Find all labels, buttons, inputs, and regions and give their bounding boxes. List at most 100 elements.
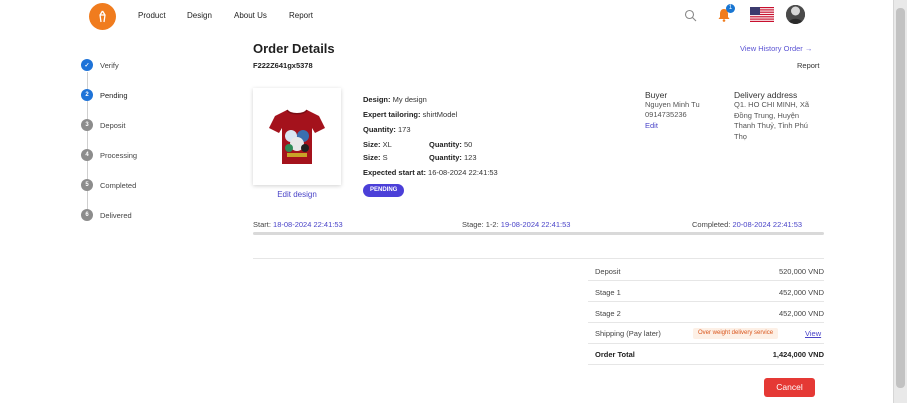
step-number: 3 (81, 119, 93, 131)
design-value: My design (392, 95, 427, 104)
order-total-amount: 1,424,000 VND (772, 350, 824, 359)
step-label: Completed (100, 180, 137, 190)
address-line: Thanh Thuỷ, Tỉnh Phú (734, 121, 808, 130)
step-label: Delivered (100, 210, 132, 220)
address-line: Thọ (734, 131, 747, 141)
stage2-amount: 452,000 VND (778, 309, 824, 318)
step-pending: 2 Pending (81, 88, 128, 102)
nav-design-link[interactable]: Design (187, 11, 212, 20)
summary-divider (588, 364, 824, 365)
overweight-badge: Over weight delivery service (693, 328, 779, 339)
step-label: Processing (100, 150, 138, 160)
timeline-progress-bar (253, 232, 824, 235)
step-label: Verify (100, 60, 119, 70)
stage1-label: Stage 1 (595, 288, 621, 297)
size-value: S (382, 153, 388, 162)
view-history-link[interactable]: View History Order → (740, 44, 812, 53)
start-date: 18-08-2024 22:41:53 (273, 220, 343, 229)
nav-report-link[interactable]: Report (289, 11, 313, 20)
address-line: Đồng Trung, Huyện (734, 110, 800, 120)
delivery-heading: Delivery address (734, 90, 798, 100)
top-navbar: Product Design About Us Report 1 (0, 0, 893, 32)
step-processing: 4 Processing (81, 148, 137, 162)
status-badge: PENDING (363, 184, 405, 197)
quantity-row: Quantity: 173 (363, 125, 411, 134)
section-divider (253, 258, 824, 259)
page-title: Order Details (253, 41, 335, 56)
product-image-card (253, 88, 341, 185)
summary-divider (588, 322, 824, 323)
tailoring-label: Expert tailoring: (363, 110, 421, 119)
design-label: Design: (363, 95, 391, 104)
size-row: Size: XL (363, 140, 392, 149)
summary-divider (588, 301, 824, 302)
scrollbar-thumb[interactable] (896, 8, 905, 388)
step-number: 2 (81, 89, 93, 101)
quantity-label: Quantity: (363, 125, 396, 134)
size-quantity-value: 50 (464, 140, 473, 149)
notification-badge: 1 (726, 4, 735, 13)
nav-product-link[interactable]: Product (138, 11, 166, 20)
cancel-button[interactable]: Cancel (764, 378, 815, 397)
summary-divider (588, 343, 824, 344)
expected-start-row: Expected start at: 16-08-2024 22:41:53 (363, 168, 498, 177)
page: Product Design About Us Report 1 ✓ Verif… (0, 0, 907, 403)
start-label: Start: (253, 220, 271, 229)
shipping-label: Shipping (Pay later) (595, 329, 661, 338)
view-shipping-link[interactable]: View (805, 329, 821, 338)
size-row: Size: S (363, 153, 388, 162)
page-scrollbar[interactable] (893, 0, 907, 403)
user-avatar[interactable] (786, 5, 805, 24)
size-quantity-value: 123 (464, 153, 477, 162)
check-icon: ✓ (81, 59, 93, 71)
size-label: Size: (363, 140, 381, 149)
nav-about-link[interactable]: About Us (234, 11, 267, 20)
completed-label: Completed: (692, 220, 731, 229)
deposit-label: Deposit (595, 267, 621, 276)
step-verify: ✓ Verify (81, 58, 119, 72)
expected-start-value: 16-08-2024 22:41:53 (428, 168, 498, 177)
report-link[interactable]: Report (797, 61, 820, 70)
us-flag-icon[interactable] (750, 7, 774, 22)
step-delivered: 6 Delivered (81, 208, 132, 222)
address-line: Q1. HO CHI MINH, Xã (734, 100, 810, 109)
buyer-heading: Buyer (645, 90, 668, 100)
stage1-amount: 452,000 VND (778, 288, 824, 297)
size-quantity-label: Quantity: (429, 153, 462, 162)
stage-label: Stage: 1-2: (462, 220, 499, 229)
step-label: Deposit (100, 120, 126, 130)
size-label: Size: (363, 153, 381, 162)
edit-buyer-link[interactable]: Edit (645, 121, 658, 130)
size-quantity-row: Quantity: 50 (429, 140, 472, 149)
step-number: 5 (81, 179, 93, 191)
deposit-amount: 520,000 VND (778, 267, 824, 276)
stage2-label: Stage 2 (595, 309, 621, 318)
edit-design-link[interactable]: Edit design (253, 190, 341, 199)
size-quantity-label: Quantity: (429, 140, 462, 149)
size-value: XL (382, 140, 392, 149)
step-label: Pending (100, 90, 128, 100)
tailoring-value: shirtModel (422, 110, 458, 119)
search-icon[interactable] (684, 9, 697, 22)
timeline-stage: Stage: 1-2: 19-08-2024 22:41:53 (462, 220, 570, 229)
step-number: 4 (81, 149, 93, 161)
expected-start-label: Expected start at: (363, 168, 426, 177)
step-number: 6 (81, 209, 93, 221)
quantity-value: 173 (398, 125, 411, 134)
size-quantity-row: Quantity: 123 (429, 153, 477, 162)
buyer-phone: 0914735236 (645, 110, 687, 119)
step-deposit: 3 Deposit (81, 118, 125, 132)
timeline-start: Start: 18-08-2024 22:41:53 (253, 220, 343, 229)
tailoring-row: Expert tailoring: shirtModel (363, 110, 457, 119)
order-total-label: Order Total (595, 350, 635, 359)
buyer-name: Nguyen Minh Tu (645, 100, 700, 109)
summary-divider (588, 280, 824, 281)
step-completed: 5 Completed (81, 178, 136, 192)
brand-logo-icon[interactable] (89, 3, 116, 30)
timeline-completed: Completed: 20-08-2024 22:41:53 (692, 220, 802, 229)
tshirt-image (269, 108, 325, 164)
design-row: Design: My design (363, 95, 427, 104)
stage-date: 19-08-2024 22:41:53 (500, 220, 571, 229)
completed-date: 20-08-2024 22:41:53 (732, 220, 803, 229)
order-code: F222Z641gx5378 (253, 61, 313, 70)
